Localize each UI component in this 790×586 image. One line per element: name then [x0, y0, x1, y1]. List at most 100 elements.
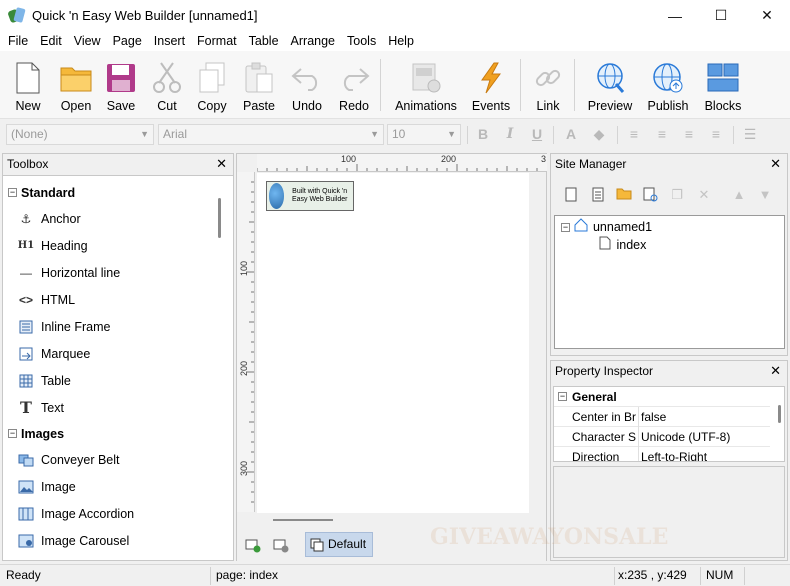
tree-node-root[interactable]: − unnamed1 [561, 218, 652, 237]
new-button[interactable]: New [10, 53, 46, 115]
tab-default[interactable]: Default [305, 532, 373, 557]
horizontal-scrollbar-thumb[interactable] [273, 519, 333, 521]
toolbox-item-table[interactable]: Table [17, 370, 71, 392]
floppy-disk-icon [103, 59, 139, 97]
collapse-icon[interactable]: − [8, 429, 17, 438]
toolbox-item-horizontal-line[interactable]: — Horizontal line [17, 262, 120, 284]
redo-button[interactable]: Redo [337, 53, 371, 115]
menu-table[interactable]: Table [243, 31, 285, 51]
toolbox-item-html[interactable]: <> HTML [17, 289, 75, 311]
font-size-select[interactable]: 10 ▼ [387, 124, 461, 145]
page-properties-icon[interactable] [590, 187, 606, 203]
menu-page[interactable]: Page [107, 31, 148, 51]
animations-button[interactable]: Animations [393, 53, 459, 115]
page-settings-icon[interactable] [273, 537, 289, 553]
font-color-icon[interactable]: A [563, 126, 579, 142]
delete-icon[interactable]: ✕ [696, 187, 712, 203]
toolbox-group-images[interactable]: − Images [3, 424, 217, 444]
lightning-icon [473, 59, 509, 97]
separator [700, 567, 701, 585]
move-down-icon[interactable]: ▼ [757, 187, 773, 203]
align-justify-icon[interactable]: ≡ [708, 126, 724, 142]
property-row[interactable]: Center in Br false [554, 407, 770, 427]
menu-arrange[interactable]: Arrange [285, 31, 341, 51]
built-with-banner[interactable]: Built with Quick 'n Easy Web Builder [266, 181, 354, 211]
collapse-icon[interactable]: − [561, 223, 570, 233]
close-button[interactable]: ✕ [744, 0, 790, 31]
blocks-button[interactable]: Blocks [703, 53, 743, 115]
code-brackets-icon: <> [18, 293, 33, 307]
toolbox-item-inline-frame[interactable]: Inline Frame [17, 316, 110, 338]
menu-insert[interactable]: Insert [148, 31, 191, 51]
separator [617, 126, 618, 144]
toolbox-group-standard[interactable]: − Standard [3, 183, 217, 203]
minimize-button[interactable]: — [652, 0, 698, 31]
menu-view[interactable]: View [68, 31, 107, 51]
copy-button[interactable]: Copy [195, 53, 229, 115]
italic-icon[interactable]: I [502, 126, 518, 142]
move-up-icon[interactable]: ▲ [731, 187, 747, 203]
toolbox-item-text[interactable]: T Text [17, 397, 64, 419]
property-row[interactable]: Direction Left-to-Right [554, 447, 770, 461]
open-button[interactable]: Open [57, 53, 95, 115]
bullet-list-icon[interactable]: ☰ [742, 126, 758, 142]
vertical-scrollbar[interactable] [530, 173, 546, 513]
toolbox-item-heading[interactable]: H1 Heading [17, 235, 88, 257]
inline-frame-icon [17, 319, 35, 335]
design-area: 100 200 3 100 200 300 Built with Quick '… [236, 153, 547, 561]
duplicate-icon[interactable]: ❐ [669, 187, 685, 203]
toolbox-item-image-carousel[interactable]: Image Carousel [17, 530, 129, 552]
toolbox-item-image-accordion[interactable]: Image Accordion [17, 503, 134, 525]
folder-icon[interactable] [616, 187, 632, 203]
format-bar: (None) ▼ Arial ▼ 10 ▼ B I U A ◆ ≡ ≡ ≡ ≡ ☰ [0, 120, 790, 149]
link-button[interactable]: Link [531, 53, 565, 115]
collapse-icon[interactable]: − [8, 188, 17, 197]
menu-tools[interactable]: Tools [341, 31, 382, 51]
menu-edit[interactable]: Edit [34, 31, 68, 51]
maximize-button[interactable]: ☐ [698, 0, 744, 31]
toolbox-item-conveyer-belt[interactable]: Conveyer Belt [17, 449, 120, 471]
scrollbar-thumb[interactable] [778, 405, 781, 423]
paint-bucket-icon[interactable]: ◆ [591, 126, 607, 142]
align-center-icon[interactable]: ≡ [654, 126, 670, 142]
page-canvas[interactable]: Built with Quick 'n Easy Web Builder [257, 173, 529, 513]
events-button[interactable]: Events [471, 53, 511, 115]
close-icon[interactable]: ✕ [770, 154, 781, 174]
property-group[interactable]: − General [554, 387, 770, 407]
save-button[interactable]: Save [103, 53, 139, 115]
collapse-icon[interactable]: − [558, 392, 567, 401]
toolbox-item-marquee[interactable]: Marquee [17, 343, 90, 365]
tree-node-index[interactable]: index [599, 236, 646, 255]
font-select[interactable]: Arial ▼ [158, 124, 384, 145]
undo-icon [289, 59, 325, 97]
close-icon[interactable]: ✕ [216, 154, 227, 174]
status-page: page: index [216, 568, 279, 582]
toolbox-item-image[interactable]: Image [17, 476, 76, 498]
bold-icon[interactable]: B [475, 126, 491, 142]
preview-button[interactable]: Preview [586, 53, 634, 115]
property-row[interactable]: Character S Unicode (UTF-8) [554, 427, 770, 447]
align-right-icon[interactable]: ≡ [681, 126, 697, 142]
paste-button[interactable]: Paste [241, 53, 277, 115]
undo-button[interactable]: Undo [290, 53, 324, 115]
style-select[interactable]: (None) ▼ [6, 124, 154, 145]
separator [210, 567, 211, 585]
add-page-icon[interactable] [245, 537, 261, 553]
app-icon [7, 6, 26, 24]
chevron-down-icon: ▼ [370, 129, 379, 139]
toolbox-item-anchor[interactable]: ⚓ Anchor [17, 208, 81, 230]
window-title: Quick 'n Easy Web Builder [unnamed1] [32, 8, 258, 23]
menu-help[interactable]: Help [382, 31, 420, 51]
copy-icon [194, 59, 230, 97]
cut-button[interactable]: Cut [150, 53, 184, 115]
close-icon[interactable]: ✕ [770, 361, 781, 381]
menu-file[interactable]: File [2, 31, 34, 51]
align-left-icon[interactable]: ≡ [626, 126, 642, 142]
link-page-icon[interactable] [643, 187, 659, 203]
menu-format[interactable]: Format [191, 31, 243, 51]
underline-icon[interactable]: U [529, 126, 545, 142]
menu-bar: File Edit View Page Insert Format Table … [0, 31, 790, 51]
publish-button[interactable]: Publish [645, 53, 691, 115]
new-page-icon[interactable] [563, 187, 579, 203]
scrollbar-thumb[interactable] [218, 198, 221, 238]
